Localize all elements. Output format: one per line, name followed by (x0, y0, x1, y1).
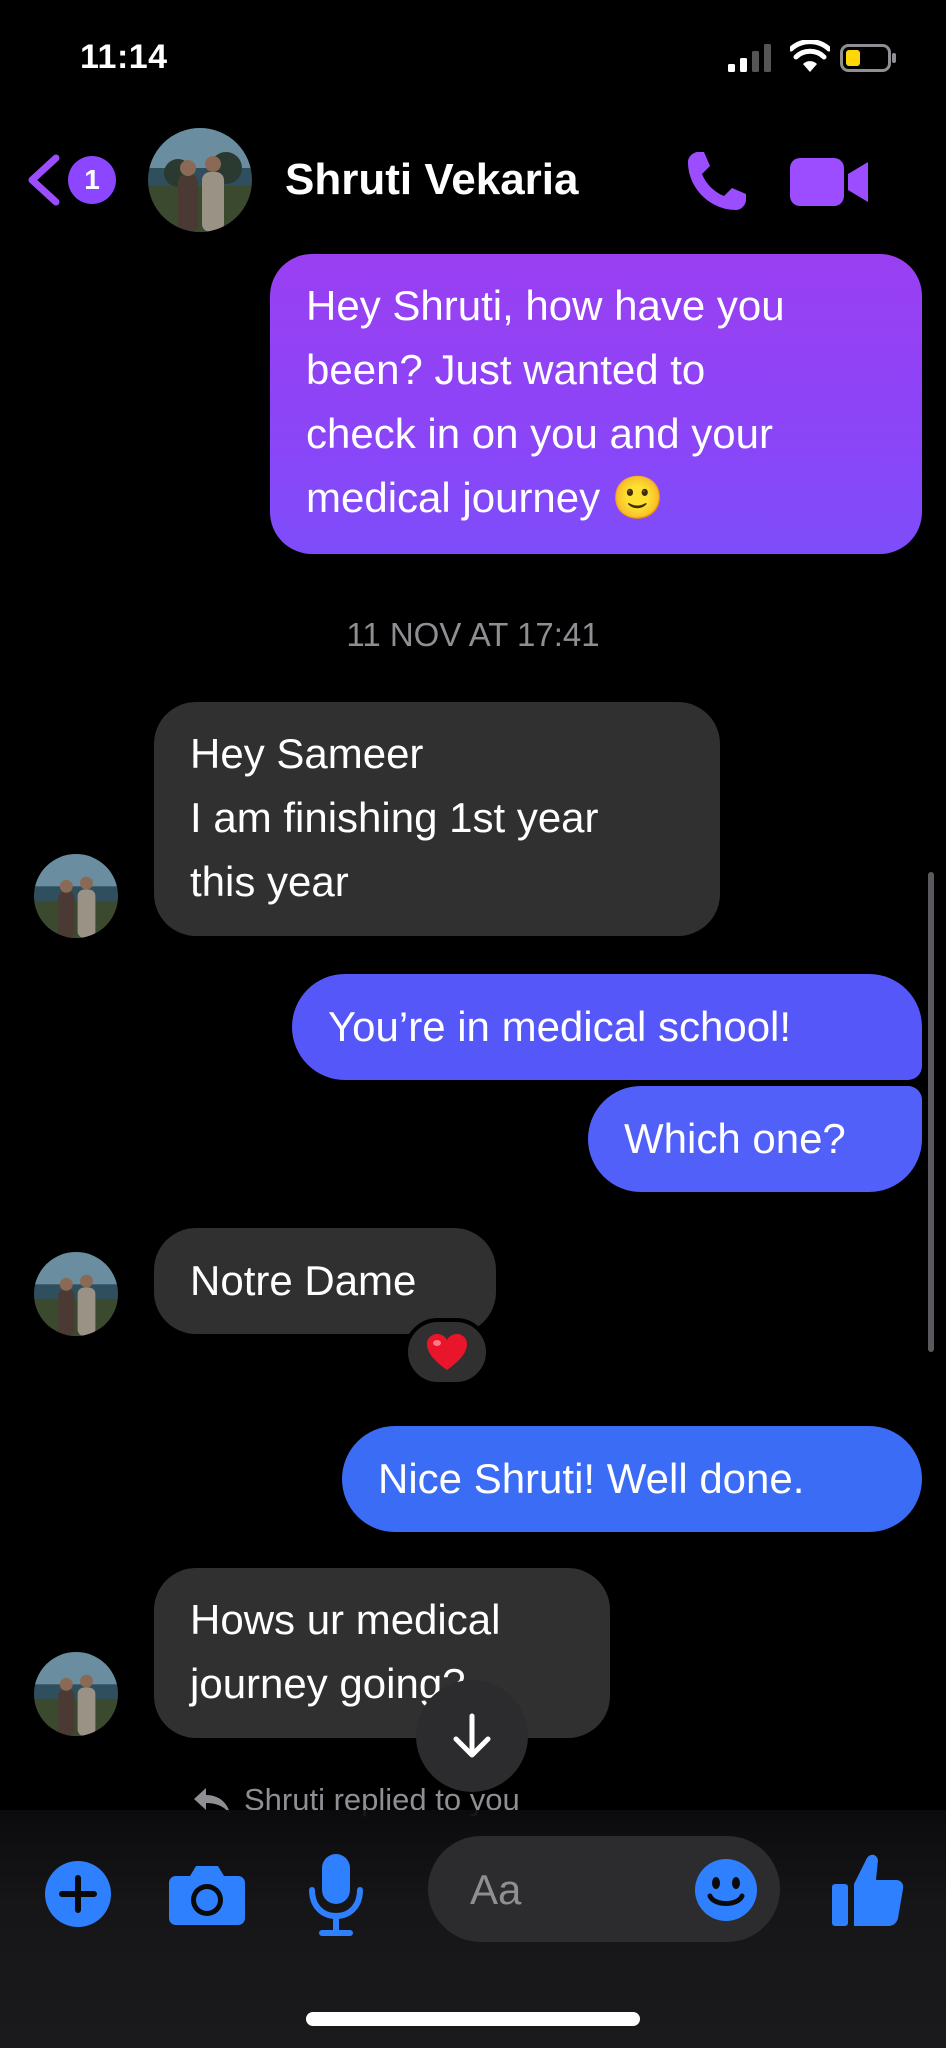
unread-count-badge: 1 (68, 156, 116, 204)
plus-circle-icon[interactable] (44, 1860, 112, 1928)
message-line: check in on you and your (306, 410, 773, 457)
status-time: 11:14 (80, 38, 168, 76)
message-timestamp: 11 NOV AT 17:41 (346, 616, 600, 653)
home-indicator[interactable] (306, 2012, 640, 2026)
message-text: Nice Shruti! Well done. (378, 1455, 805, 1502)
sender-avatar[interactable] (34, 854, 118, 938)
sender-avatar[interactable] (34, 1252, 118, 1336)
chevron-left-icon (28, 154, 60, 206)
heart-reaction[interactable] (404, 1318, 490, 1386)
wifi-icon (790, 40, 830, 72)
message-text: Notre Dame (190, 1257, 417, 1304)
message-line: this year (190, 858, 349, 905)
outgoing-message[interactable]: You’re in medical school! (292, 974, 922, 1080)
message-line: been? Just wanted to (306, 346, 706, 393)
battery-icon (840, 44, 896, 72)
outgoing-message[interactable]: Nice Shruti! Well done. (342, 1426, 922, 1532)
message-line: Hey Shruti, how have you (306, 282, 785, 329)
message-line: medical journey 🙂 (306, 474, 665, 521)
smiley-icon[interactable] (694, 1858, 758, 1922)
input-placeholder: Aa (470, 1866, 522, 1913)
contact-name[interactable]: Shruti Vekaria (285, 155, 578, 205)
message-line: I am finishing 1st year (190, 794, 599, 841)
sender-avatar[interactable] (34, 1652, 118, 1736)
thumbs-up-icon[interactable] (830, 1850, 904, 1928)
back-button[interactable]: 1 (24, 150, 124, 210)
contact-avatar[interactable] (148, 128, 252, 232)
outgoing-message[interactable]: Hey Shruti, how have you been? Just want… (270, 254, 922, 554)
outgoing-message[interactable]: Which one? (588, 1086, 922, 1192)
microphone-icon[interactable] (308, 1852, 364, 1938)
cellular-signal-icon (728, 44, 771, 72)
message-text: You’re in medical school! (328, 1003, 792, 1050)
video-call-button[interactable] (790, 156, 870, 208)
incoming-message[interactable]: Hows ur medical journey going? (154, 1568, 610, 1738)
scroll-to-bottom-button[interactable] (416, 1680, 528, 1792)
message-line: Hows ur medical (190, 1596, 501, 1643)
camera-icon[interactable] (168, 1862, 246, 1926)
arrow-down-icon (453, 1713, 491, 1758)
heart-icon (427, 1334, 467, 1370)
incoming-message[interactable]: Hey Sameer I am finishing 1st year this … (154, 702, 720, 936)
message-line: Hey Sameer (190, 730, 424, 777)
message-text: Which one? (624, 1115, 846, 1162)
scrollbar[interactable] (928, 872, 934, 1352)
phone-call-button[interactable] (684, 148, 750, 214)
message-input[interactable]: Aa (428, 1836, 780, 1942)
